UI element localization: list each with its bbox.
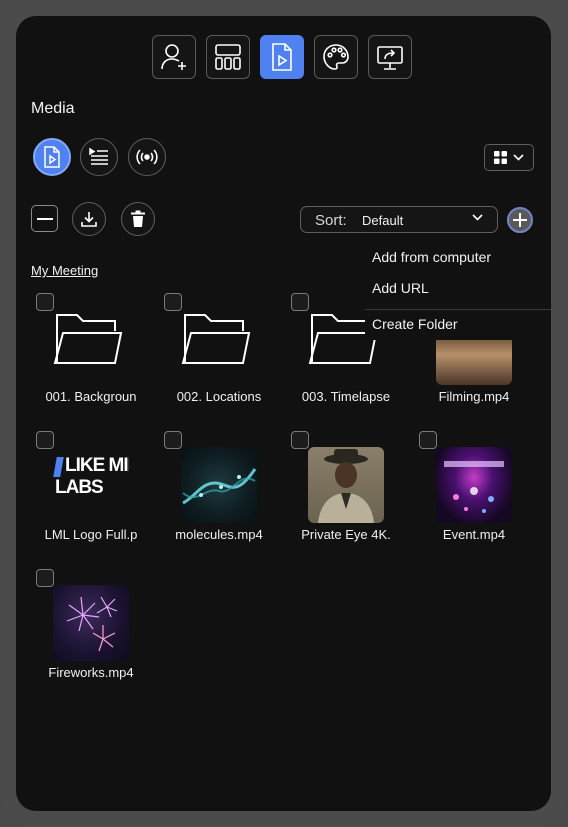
layout-icon	[215, 44, 241, 70]
share-screen-icon	[377, 46, 403, 70]
logo-text-line1: LIKE MIN	[65, 455, 129, 476]
view-mode-dropdown[interactable]	[484, 144, 534, 171]
folder-icon	[181, 314, 251, 364]
sort-value: Default	[362, 213, 404, 228]
item-label: molecules.mp4	[175, 527, 263, 542]
add-media-button[interactable]	[507, 207, 533, 233]
media-icon	[272, 43, 292, 71]
media-nav-button[interactable]	[260, 35, 304, 79]
menu-item-create-folder[interactable]: Create Folder	[372, 316, 458, 332]
media-item-video[interactable]: Fireworks.mp4	[31, 569, 151, 689]
item-checkbox[interactable]	[164, 293, 182, 311]
media-item-video[interactable]: Event.mp4	[414, 431, 534, 551]
media-item-video[interactable]: Private Eye 4K.	[286, 431, 406, 551]
media-item-folder[interactable]: 001. Backgroun	[31, 293, 151, 413]
theme-nav-button[interactable]	[314, 35, 358, 79]
menu-item-add-from-computer[interactable]: Add from computer	[372, 249, 491, 265]
media-item-image[interactable]: LIKE MIN LABS LML Logo Full.p	[31, 431, 151, 551]
fireworks-graphic	[66, 596, 118, 652]
item-label: 001. Backgroun	[45, 389, 137, 404]
add-media-menu: Add from computer Add URL Create Folder	[365, 236, 551, 340]
sort-label: Sort:	[315, 212, 347, 229]
item-label: Private Eye 4K.	[301, 527, 391, 542]
video-thumbnail	[53, 585, 129, 661]
folder-icon	[53, 314, 123, 364]
breadcrumb[interactable]: My Meeting	[31, 263, 98, 278]
playlist-tab[interactable]	[80, 138, 118, 176]
user-add-icon	[161, 44, 186, 70]
media-panel: Media Sort: Default My Meeting 001. Back…	[16, 16, 551, 811]
video-thumbnail	[181, 447, 257, 523]
trash-icon	[131, 210, 145, 227]
video-thumbnail	[436, 447, 512, 523]
item-checkbox[interactable]	[291, 293, 309, 311]
media-item-video[interactable]: molecules.mp4	[159, 431, 279, 551]
media-item-folder[interactable]: 002. Locations	[159, 293, 279, 413]
grid-icon	[494, 151, 507, 164]
deselect-button[interactable]	[31, 205, 58, 232]
item-label: Fireworks.mp4	[48, 665, 134, 680]
portrait-graphic	[318, 449, 374, 523]
item-label: LML Logo Full.p	[44, 527, 138, 542]
item-checkbox[interactable]	[36, 569, 54, 587]
download-icon	[81, 212, 97, 227]
chevron-down-icon	[513, 154, 524, 161]
plus-icon	[513, 213, 527, 227]
event-graphic	[444, 461, 504, 513]
menu-divider	[365, 309, 551, 310]
minus-icon	[36, 217, 53, 220]
media-file-icon	[44, 146, 60, 168]
chevron-down-icon	[472, 214, 483, 221]
logo-thumbnail: LIKE MIN LABS	[53, 447, 129, 523]
item-label: 002. Locations	[176, 389, 262, 404]
dna-graphic	[182, 468, 257, 505]
item-checkbox[interactable]	[36, 293, 54, 311]
sort-dropdown[interactable]: Sort: Default	[300, 206, 498, 233]
item-checkbox[interactable]	[164, 431, 182, 449]
live-stream-tab[interactable]	[128, 138, 166, 176]
item-checkbox[interactable]	[36, 431, 54, 449]
delete-button[interactable]	[121, 202, 155, 236]
item-checkbox[interactable]	[419, 431, 437, 449]
item-label: Event.mp4	[442, 527, 506, 542]
playlist-icon	[89, 147, 108, 165]
broadcast-icon	[136, 149, 158, 165]
menu-item-add-url[interactable]: Add URL	[372, 280, 429, 296]
media-files-tab[interactable]	[33, 138, 71, 176]
logo-text-line2: LABS	[55, 477, 104, 498]
layout-nav-button[interactable]	[206, 35, 250, 79]
download-button[interactable]	[72, 202, 106, 236]
palette-icon	[323, 44, 349, 70]
page-title: Media	[31, 100, 75, 117]
video-thumbnail	[308, 447, 384, 523]
share-nav-button[interactable]	[368, 35, 412, 79]
participants-nav-button[interactable]	[152, 35, 196, 79]
item-label: Filming.mp4	[438, 389, 510, 404]
item-label: 003. Timelapse	[301, 389, 391, 404]
device-frame: Media Sort: Default My Meeting 001. Back…	[0, 0, 568, 827]
item-checkbox[interactable]	[291, 431, 309, 449]
